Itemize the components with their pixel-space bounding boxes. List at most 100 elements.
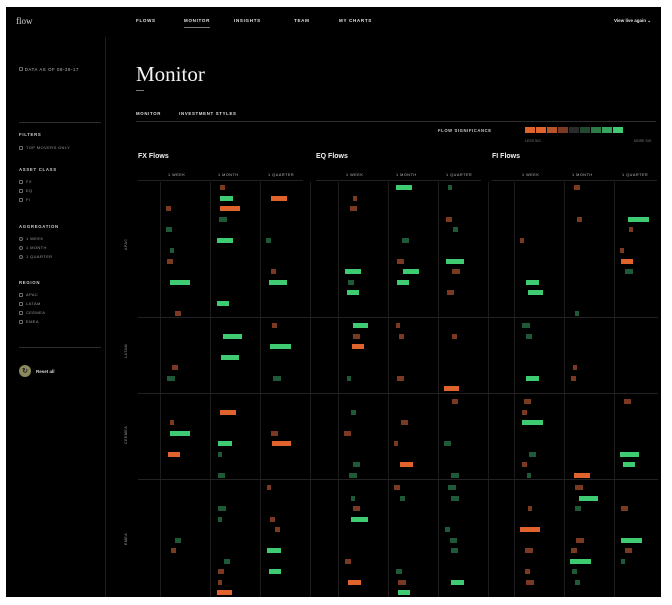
flow-cell	[629, 227, 633, 232]
flow-cell	[572, 569, 577, 574]
flow-significance-label: FLOW SIGNIFICANCE	[438, 128, 492, 133]
region-ceemea[interactable]: CEEMEA	[19, 310, 45, 315]
flow-cell	[398, 590, 410, 595]
region-group-label: LATAM	[124, 344, 128, 358]
subtabs: MONITOR INVESTMENT STYLES	[136, 111, 237, 116]
user-label: View live again	[614, 18, 646, 23]
flow-cell	[397, 279, 409, 285]
checkbox-icon	[19, 197, 23, 202]
nav-my-charts[interactable]: MY CHARTS	[339, 18, 372, 23]
flow-cell	[447, 290, 454, 295]
flow-cell	[452, 333, 457, 339]
flow-cell	[624, 399, 631, 404]
flow-cell	[522, 323, 530, 328]
filters-heading: FILTERS	[19, 132, 42, 137]
column-divider	[210, 182, 211, 597]
aggregation-1-week[interactable]: 1 WEEK	[19, 236, 44, 241]
flow-cell	[522, 462, 527, 467]
flow-cell	[444, 441, 451, 446]
flow-cell	[166, 227, 172, 232]
flow-cell	[526, 333, 532, 339]
flow-cell	[574, 472, 590, 478]
region-emea[interactable]: EMEA	[19, 319, 39, 324]
flow-cell	[349, 472, 357, 478]
region-heading: REGION	[19, 280, 41, 285]
asset-class-eq[interactable]: EQ	[19, 188, 33, 193]
tab-monitor[interactable]: MONITOR	[136, 111, 161, 116]
flow-cell	[574, 185, 580, 190]
flow-cell	[351, 409, 356, 415]
legend-swatch	[536, 127, 546, 133]
flow-cell	[445, 527, 450, 532]
asset-class-heading: ASSET CLASS	[19, 167, 57, 172]
flow-cell	[353, 462, 360, 467]
section-fx-flows: FX Flows	[138, 153, 169, 160]
asset-class-fi[interactable]: FI	[19, 197, 30, 202]
column-divider	[564, 182, 565, 597]
column-header: 1 QUARTER	[622, 173, 649, 177]
flow-cell	[446, 216, 452, 222]
flow-cell	[528, 506, 532, 511]
asset-class-fx[interactable]: FX	[19, 179, 32, 184]
flow-cell	[168, 451, 180, 457]
tab-investment-styles[interactable]: INVESTMENT STYLES	[179, 111, 237, 116]
region-apac[interactable]: APAC	[19, 292, 38, 297]
flow-cell	[570, 558, 591, 564]
user-menu[interactable]: View live again ⌄	[614, 18, 651, 24]
section-eq-flows: EQ Flows	[316, 153, 348, 160]
flow-cell	[575, 311, 579, 316]
flow-cell	[352, 344, 364, 349]
column-header: 1 WEEK	[346, 173, 364, 177]
filter-top-movers[interactable]: TOP MOVERS ONLY	[19, 145, 70, 150]
legend-low-label: LESS SIG	[525, 139, 541, 143]
flow-cell	[218, 579, 222, 585]
legend-swatch	[580, 127, 590, 133]
radio-icon	[19, 254, 23, 259]
data-as-of: DATA AS OF 08-28-17	[19, 67, 89, 73]
flow-cell	[444, 386, 459, 391]
reset-all-button[interactable]: ↻ Reset all	[19, 365, 55, 377]
flow-cell	[528, 290, 543, 295]
flow-cell	[353, 323, 368, 328]
aggregation-1-month[interactable]: 1 MONTH	[19, 245, 47, 250]
column-header: 1 WEEK	[168, 173, 186, 177]
flow-cell	[218, 506, 226, 511]
nav-flows[interactable]: FLOWS	[136, 18, 156, 23]
column-header: 1 QUARTER	[446, 173, 473, 177]
option-label: CEEMEA	[26, 310, 46, 315]
column-header: 1 MONTH	[572, 173, 593, 177]
legend-high-label: MORE SIG	[634, 139, 652, 143]
flow-cell	[623, 462, 635, 467]
flow-cell	[267, 548, 281, 553]
flow-cell	[220, 206, 240, 211]
flow-cell	[218, 441, 232, 446]
app-logo[interactable]: flow	[16, 16, 33, 26]
legend-swatch	[558, 127, 568, 133]
divider	[316, 180, 481, 181]
flow-cell	[397, 258, 404, 264]
flow-cell	[620, 451, 639, 457]
flow-cell	[403, 269, 419, 274]
flow-cell	[269, 569, 281, 574]
section-fi-flows: FI Flows	[492, 153, 520, 160]
flow-cell	[400, 495, 405, 501]
column-header: 1 QUARTER	[268, 173, 295, 177]
flow-cell	[524, 399, 531, 404]
column-divider	[438, 182, 439, 597]
reset-icon: ↻	[19, 365, 31, 377]
flow-cell	[353, 195, 357, 201]
nav-team[interactable]: TEAM	[294, 18, 310, 23]
aggregation-1-quarter[interactable]: 1 QUARTER	[19, 254, 52, 259]
flow-cell	[271, 195, 287, 201]
nav-monitor[interactable]: MONITOR	[184, 18, 210, 28]
flow-cell	[345, 269, 361, 274]
region-latam[interactable]: LATAM	[19, 301, 41, 306]
flow-cell	[525, 548, 533, 553]
radio-icon	[19, 236, 23, 241]
flow-cell	[575, 485, 583, 490]
nav-insights[interactable]: INSIGHTS	[234, 18, 261, 23]
flow-cell	[220, 185, 225, 190]
column-divider	[260, 182, 261, 597]
flow-cell	[348, 579, 361, 585]
flow-cell	[446, 258, 464, 264]
